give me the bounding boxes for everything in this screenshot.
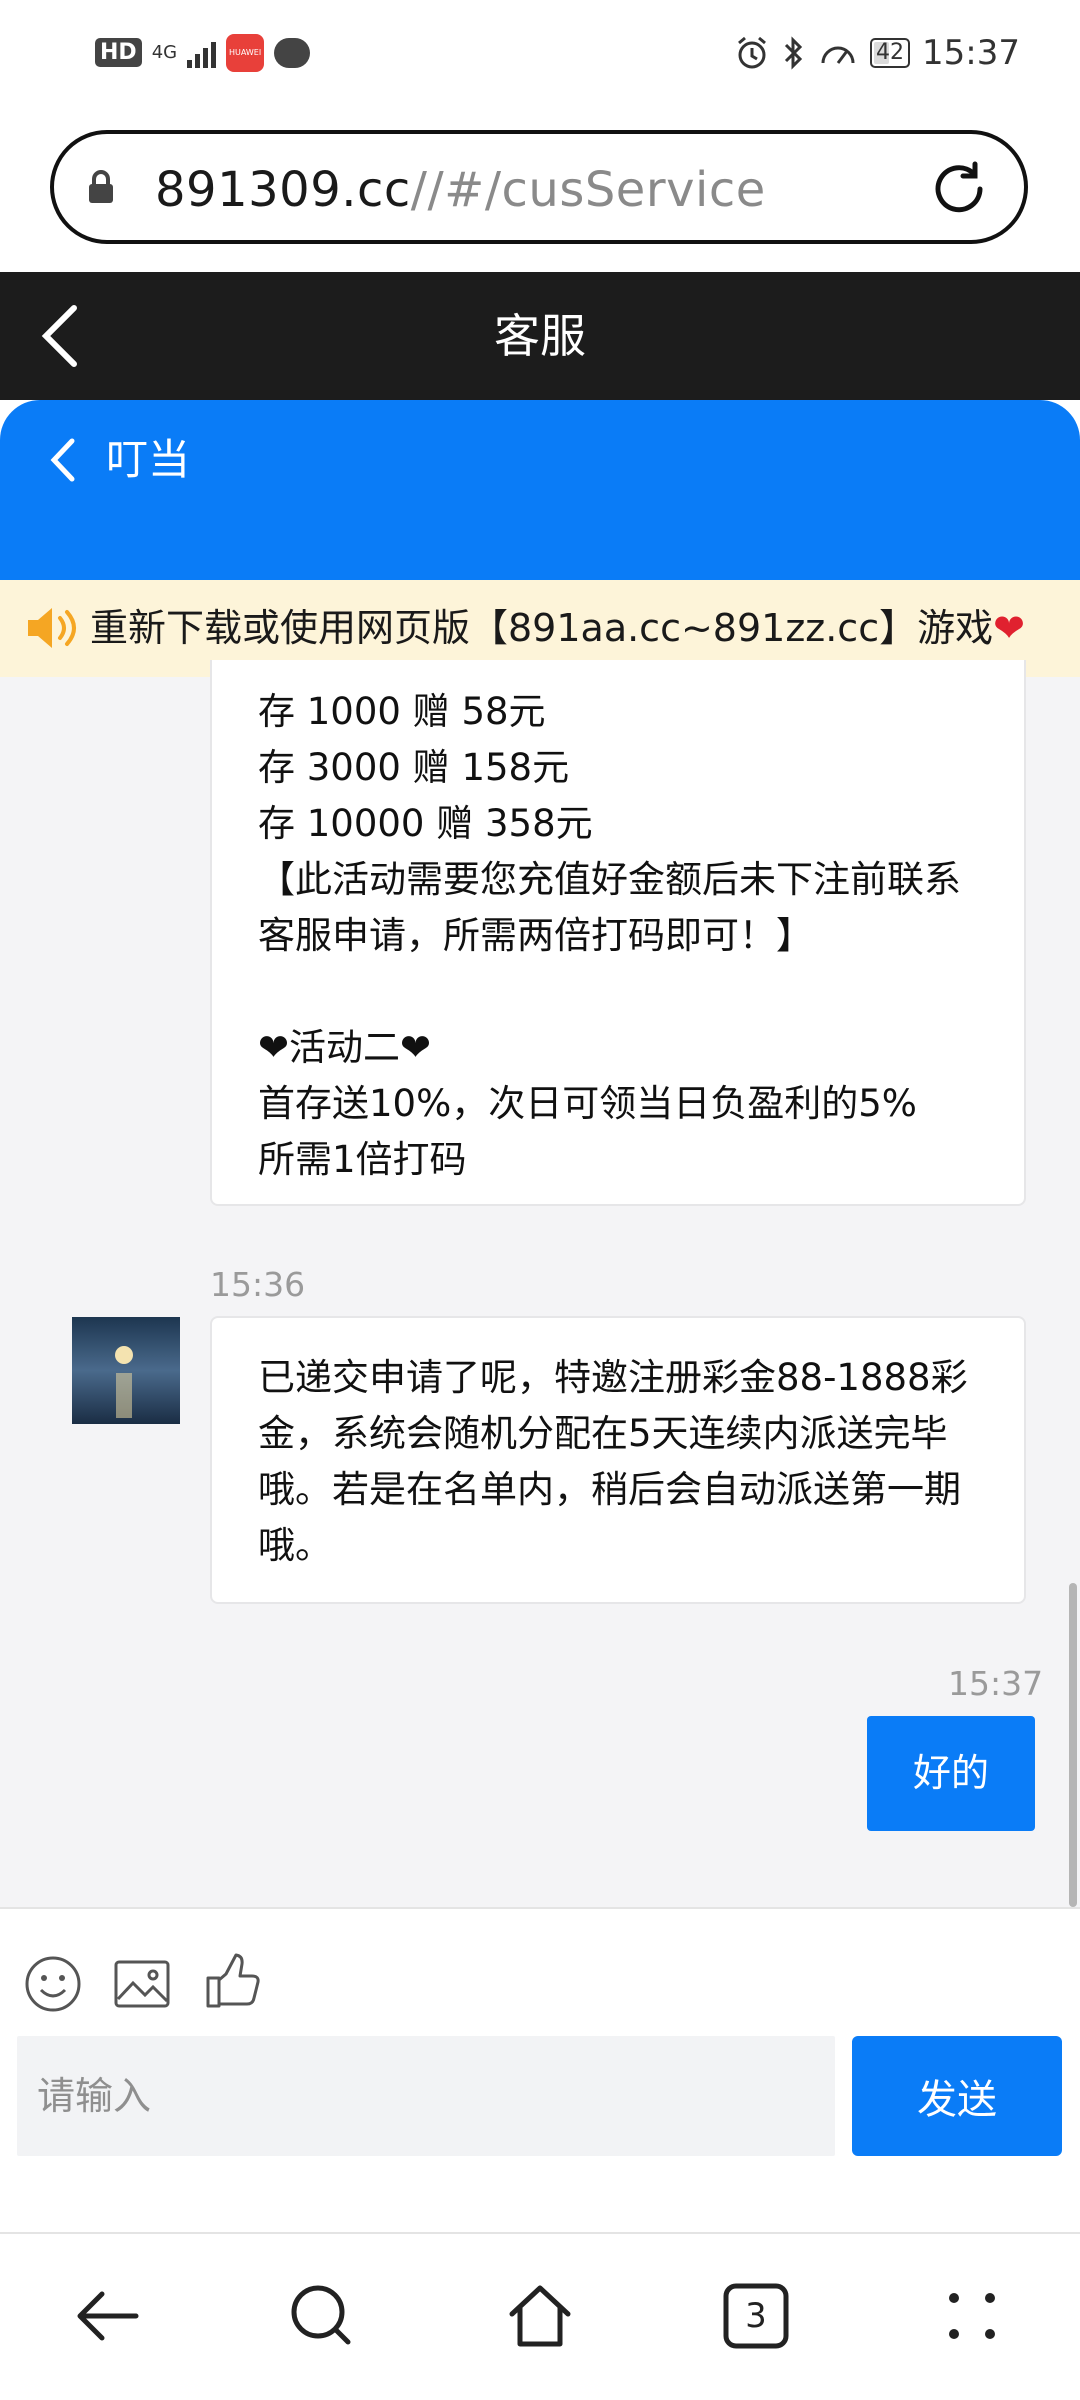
bluetooth-icon	[784, 35, 803, 70]
image-icon[interactable]	[113, 1955, 171, 2013]
home-icon[interactable]	[504, 2280, 576, 2352]
speaker-icon	[28, 608, 76, 648]
message-text: 存 1000 赠 58元 存 3000 赠 158元 存 10000 赠 358…	[258, 690, 961, 1181]
message-timestamp: 15:37	[948, 1664, 1044, 1703]
chat-header	[0, 400, 1080, 580]
page-title: 客服	[494, 309, 586, 363]
tabs-count: 3	[745, 2296, 767, 2336]
signal-icon	[187, 38, 217, 68]
thumbs-up-icon[interactable]	[204, 1952, 262, 2010]
lock-icon	[89, 170, 113, 203]
reload-icon[interactable]	[928, 158, 990, 220]
speed-icon	[821, 46, 855, 64]
message-notification-icon	[274, 37, 311, 68]
chevron-left-icon[interactable]	[48, 437, 78, 483]
alarm-icon	[738, 36, 766, 68]
battery-indicator: 42	[870, 37, 911, 68]
user-message-bubble: 好的	[867, 1716, 1035, 1831]
url-text[interactable]: 891309.cc//#/cusService	[155, 158, 766, 222]
app-notification-icon: HUAWEI	[226, 33, 265, 72]
emoji-icon[interactable]	[24, 1955, 82, 2013]
notice-message: 重新下载或使用网页版【891aa.cc~891zz.cc】游戏	[90, 606, 994, 650]
url-path: //#/cusService	[410, 162, 766, 218]
message-input[interactable]	[17, 2036, 835, 2156]
send-button[interactable]: 发送	[852, 2036, 1062, 2156]
search-icon[interactable]	[286, 2280, 358, 2352]
menu-icon[interactable]	[936, 2280, 1008, 2352]
agent-name: 叮当	[106, 435, 191, 484]
clock: 15:37	[922, 32, 1020, 73]
network-type: 4G	[151, 41, 178, 63]
message-timestamp: 15:36	[210, 1265, 306, 1304]
heart-icon: ❤	[993, 606, 1025, 650]
status-right: 42 15:37	[734, 30, 1020, 75]
hd-indicator: HD	[95, 38, 142, 67]
battery-level: 42	[876, 39, 905, 65]
message-text: 已递交申请了呢，特邀注册彩金88-1888彩金，系统会随机分配在5天连续内派送完…	[258, 1356, 968, 1567]
url-host: 891309.cc	[155, 162, 411, 218]
scrollbar[interactable]	[1069, 1583, 1077, 1907]
back-icon[interactable]	[72, 2280, 144, 2352]
agent-avatar	[72, 1317, 180, 1424]
status-left: HD 4G HUAWEI	[95, 30, 311, 75]
